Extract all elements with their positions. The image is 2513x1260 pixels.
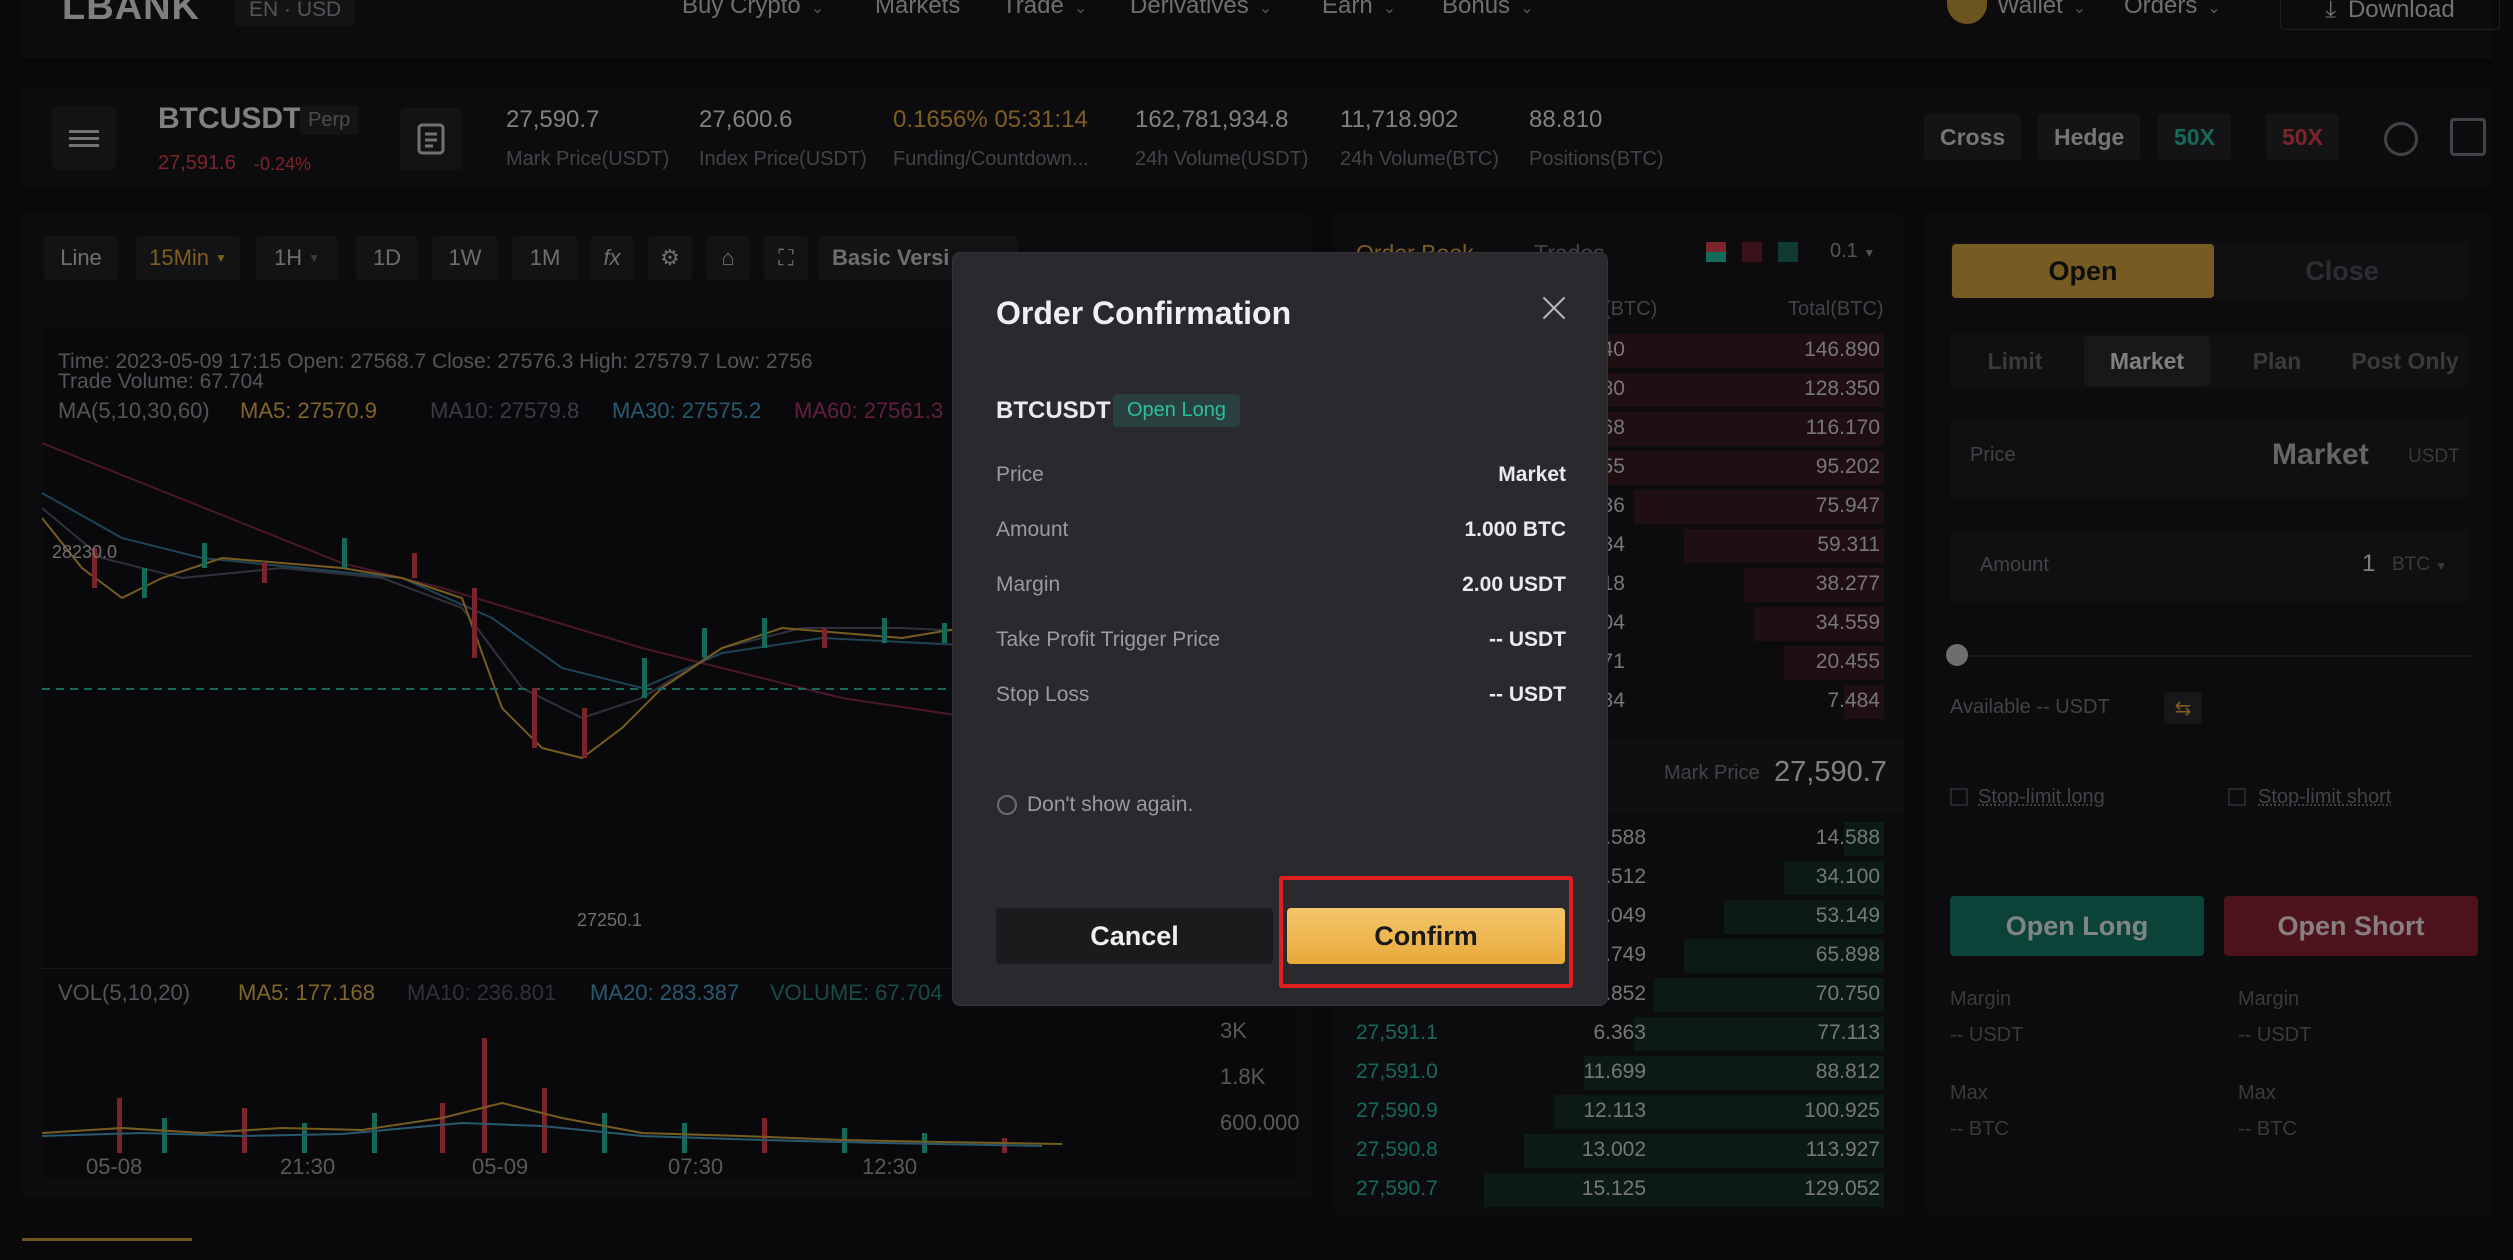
detail-row-price: Price Market <box>996 463 1566 487</box>
detail-key: Margin <box>996 573 1061 596</box>
dont-show-again-checkbox[interactable] <box>997 795 1017 815</box>
detail-value: 1.000 BTC <box>1464 518 1566 541</box>
detail-value: -- USDT <box>1489 628 1566 651</box>
detail-key: Take Profit Trigger Price <box>996 628 1221 651</box>
detail-value: Market <box>1498 463 1566 486</box>
close-icon[interactable] <box>1539 293 1569 323</box>
detail-value: -- USDT <box>1489 683 1566 706</box>
detail-key: Price <box>996 463 1044 486</box>
detail-key: Amount <box>996 518 1069 541</box>
detail-row-amount: Amount 1.000 BTC <box>996 518 1566 542</box>
detail-row-take-profit: Take Profit Trigger Price -- USDT <box>996 628 1566 652</box>
dialog-symbol: BTCUSDT <box>996 397 1111 424</box>
app-root: LBANK EN · USD Buy Crypto ⌄ Markets Trade… <box>0 0 2513 1260</box>
confirm-button[interactable]: Confirm <box>1287 908 1565 964</box>
detail-key: Stop Loss <box>996 683 1090 706</box>
open-long-badge: Open Long <box>1113 394 1240 427</box>
dont-show-again-label[interactable]: Don't show again. <box>1027 793 1193 817</box>
detail-row-stop-loss: Stop Loss -- USDT <box>996 683 1566 707</box>
dialog-title: Order Confirmation <box>996 295 1292 331</box>
order-confirmation-dialog: Order Confirmation BTCUSDT Open Long Pri… <box>952 252 1608 1006</box>
detail-value: 2.00 USDT <box>1462 573 1566 596</box>
cancel-button[interactable]: Cancel <box>996 908 1273 964</box>
detail-row-margin: Margin 2.00 USDT <box>996 573 1566 597</box>
